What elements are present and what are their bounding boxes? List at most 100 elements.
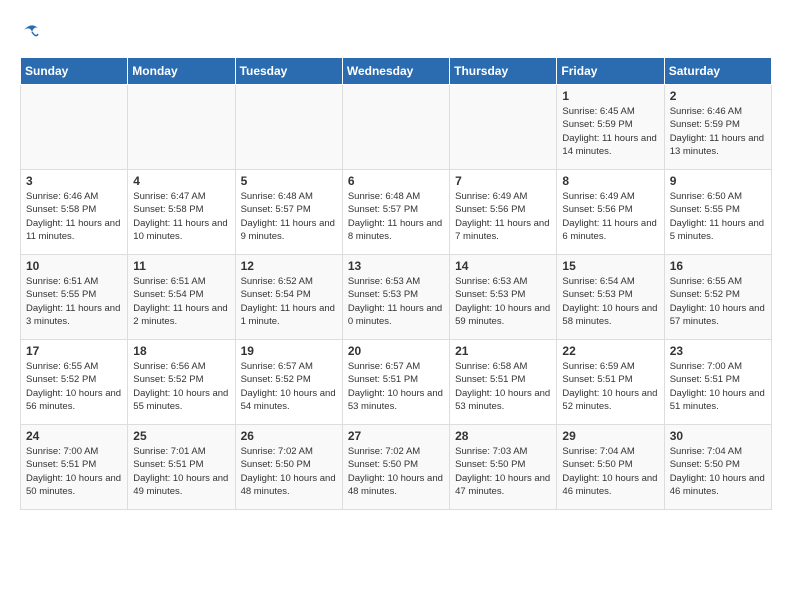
day-info: Sunset: 5:52 PM (241, 373, 337, 386)
day-info: Sunrise: 6:55 AM (26, 360, 122, 373)
day-info: Sunrise: 6:48 AM (241, 190, 337, 203)
day-cell: 18Sunrise: 6:56 AMSunset: 5:52 PMDayligh… (128, 340, 235, 425)
week-row-3: 10 Sunrise: 6:51 AMSunset: 5:55 PM Dayligh… (21, 255, 772, 340)
day-info: Sunrise: 6:56 AM (133, 360, 229, 373)
day-number: 29 (562, 429, 658, 443)
day-number: 12 (241, 259, 337, 273)
day-cell: 4Sunrise: 6:47 AMSunset: 5:58 PMDaylight… (128, 170, 235, 255)
day-info: Sunrise: 6:49 AM (562, 190, 658, 203)
day-info: Daylight: 11 hours and 7 minutes. (455, 217, 551, 244)
day-info: Sunset: 5:59 PM (670, 118, 766, 131)
day-info: Sunset: 5:55 PM (670, 203, 766, 216)
day-info: Sunrise: 6:51 AM (26, 275, 122, 288)
day-number: 10 (26, 259, 122, 273)
day-info: Sunrise: 6:53 AM (348, 275, 444, 288)
day-info: Sunset: 5:53 PM (348, 288, 444, 301)
day-cell (21, 85, 128, 170)
day-info: Sunset: 5:57 PM (348, 203, 444, 216)
day-info: Sunset: 5:51 PM (455, 373, 551, 386)
day-number: 3 (26, 174, 122, 188)
day-number: 1 (562, 89, 658, 103)
day-info: Sunset: 5:50 PM (241, 458, 337, 471)
day-info: Sunrise: 6:57 AM (348, 360, 444, 373)
day-number: 19 (241, 344, 337, 358)
day-cell: 29Sunrise: 7:04 AMSunset: 5:50 PMDayligh… (557, 425, 664, 510)
day-info: Sunrise: 6:48 AM (348, 190, 444, 203)
day-cell: 23Sunrise: 7:00 AMSunset: 5:51 PMDayligh… (664, 340, 771, 425)
day-info: Daylight: 10 hours and 55 minutes. (133, 387, 229, 414)
header-friday: Friday (557, 58, 664, 85)
day-info: Sunrise: 6:52 AM (241, 275, 337, 288)
day-number: 24 (26, 429, 122, 443)
day-cell: 15 Sunrise: 6:54 AMSunset: 5:53 PMDayligh… (557, 255, 664, 340)
day-info: Sunset: 5:50 PM (455, 458, 551, 471)
day-info: Sunrise: 6:50 AM (670, 190, 766, 203)
day-number: 15 (562, 259, 658, 273)
day-info: Sunset: 5:51 PM (26, 458, 122, 471)
day-info: Sunset: 5:55 PM (26, 288, 122, 301)
header-tuesday: Tuesday (235, 58, 342, 85)
day-info: Daylight: 11 hours and 8 minutes. (348, 217, 444, 244)
day-cell: 21Sunrise: 6:58 AMSunset: 5:51 PMDayligh… (450, 340, 557, 425)
day-info: Sunrise: 7:01 AM (133, 445, 229, 458)
day-number: 14 (455, 259, 551, 273)
day-number: 30 (670, 429, 766, 443)
day-cell: 13Sunrise: 6:53 AMSunset: 5:53 PMDayligh… (342, 255, 449, 340)
day-info: Sunrise: 6:49 AM (455, 190, 551, 203)
day-info: Daylight: 10 hours and 50 minutes. (26, 472, 122, 499)
day-cell: 17Sunrise: 6:55 AMSunset: 5:52 PMDayligh… (21, 340, 128, 425)
day-number: 18 (133, 344, 229, 358)
day-info: Sunset: 5:50 PM (562, 458, 658, 471)
day-number: 13 (348, 259, 444, 273)
day-info: Sunset: 5:58 PM (26, 203, 122, 216)
day-info: Daylight: 10 hours and 46 minutes. (670, 472, 766, 499)
day-info: Daylight: 10 hours and 58 minutes. (562, 302, 658, 329)
day-cell: 28Sunrise: 7:03 AMSunset: 5:50 PMDayligh… (450, 425, 557, 510)
day-cell: 19Sunrise: 6:57 AMSunset: 5:52 PMDayligh… (235, 340, 342, 425)
day-info: Sunrise: 7:02 AM (241, 445, 337, 458)
week-row-2: 3 Sunrise: 6:46 AMSunset: 5:58 PM Daylight… (21, 170, 772, 255)
day-info: Daylight: 10 hours and 49 minutes. (133, 472, 229, 499)
header-monday: Monday (128, 58, 235, 85)
day-info: Sunrise: 6:54 AM (562, 275, 658, 288)
day-cell: 10Sunrise: 6:51 AMSunset: 5:55 PMDayligh… (21, 255, 128, 340)
day-info: Sunrise: 6:55 AM (670, 275, 766, 288)
day-cell: 22Sunrise: 6:59 AMSunset: 5:51 PMDayligh… (557, 340, 664, 425)
logo-bird-icon (22, 20, 40, 42)
day-number: 25 (133, 429, 229, 443)
day-info: Sunrise: 6:46 AM (26, 190, 122, 203)
day-number: 23 (670, 344, 766, 358)
day-info: Sunrise: 7:03 AM (455, 445, 551, 458)
day-cell: 20Sunrise: 6:57 AMSunset: 5:51 PMDayligh… (342, 340, 449, 425)
day-info: Daylight: 10 hours and 51 minutes. (670, 387, 766, 414)
day-info: Sunset: 5:54 PM (133, 288, 229, 301)
day-cell: 26Sunrise: 7:02 AMSunset: 5:50 PMDayligh… (235, 425, 342, 510)
day-info: Sunset: 5:52 PM (670, 288, 766, 301)
day-number: 6 (348, 174, 444, 188)
day-number: 28 (455, 429, 551, 443)
day-info: Daylight: 10 hours and 56 minutes. (26, 387, 122, 414)
day-number: 16 (670, 259, 766, 273)
day-number: 26 (241, 429, 337, 443)
day-info: Sunset: 5:51 PM (670, 373, 766, 386)
day-info: Daylight: 10 hours and 54 minutes. (241, 387, 337, 414)
day-info: Sunrise: 6:59 AM (562, 360, 658, 373)
header-saturday: Saturday (664, 58, 771, 85)
day-cell: 25 Sunrise: 7:01 AMSunset: 5:51 PMDayligh… (128, 425, 235, 510)
day-info: Sunset: 5:51 PM (562, 373, 658, 386)
day-cell (128, 85, 235, 170)
day-info: Daylight: 11 hours and 13 minutes. (670, 132, 766, 159)
day-info: Sunrise: 6:46 AM (670, 105, 766, 118)
page-header (20, 20, 772, 47)
day-info: Sunset: 5:53 PM (562, 288, 658, 301)
day-info: Daylight: 11 hours and 5 minutes. (670, 217, 766, 244)
day-info: Sunset: 5:51 PM (133, 458, 229, 471)
day-info: Daylight: 11 hours and 9 minutes. (241, 217, 337, 244)
header-wednesday: Wednesday (342, 58, 449, 85)
day-number: 9 (670, 174, 766, 188)
day-info: Sunrise: 7:04 AM (670, 445, 766, 458)
day-info: Sunrise: 7:04 AM (562, 445, 658, 458)
header-row: SundayMondayTuesdayWednesdayThursdayFrid… (21, 58, 772, 85)
day-cell: 3Sunrise: 6:46 AMSunset: 5:58 PMDaylight… (21, 170, 128, 255)
day-cell: 8Sunrise: 6:49 AMSunset: 5:56 PMDaylight… (557, 170, 664, 255)
